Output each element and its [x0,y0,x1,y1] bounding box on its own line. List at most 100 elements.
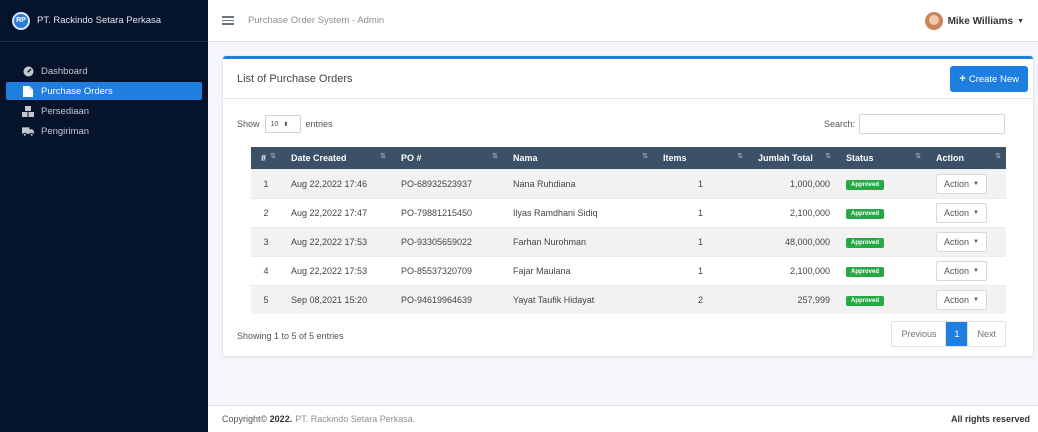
supplier-name: Nana Ruhdiana [503,168,653,198]
truck-icon [22,126,34,137]
user-name: Mike Williams [947,15,1014,27]
user-menu[interactable]: Mike Williams ▼ [924,12,1024,30]
action-dropdown-button[interactable]: Action ▼ [936,289,987,310]
sort-icon: ⇅ [380,153,386,160]
copyright: Copyright© 2022. PT. Rackindo Setara Perk… [222,414,416,424]
supplier-name: Farhan Nurohman [503,226,653,256]
create-new-button[interactable]: + Create New [950,66,1028,92]
dashboard-icon [22,66,34,77]
total-amount: 2,100,000 [748,255,836,285]
action-dropdown-button[interactable]: Action ▼ [936,231,987,252]
brand-name: PT. Rackindo Setara Perkasa [37,15,162,26]
items-count: 1 [653,255,748,285]
status-badge: Approved [846,266,885,277]
chevron-down-icon: ▼ [973,296,979,303]
status-badge: Approved [846,208,885,219]
table-row: 3 Aug 22,2022 17:53 PO-93305659022 Farha… [251,226,1006,256]
search-label: Search: [823,119,855,129]
chevron-down-icon: ▼ [973,180,979,187]
purchase-orders-card: List of Purchase Orders + Create New Sho… [223,56,1033,356]
po-number: PO-94619964639 [391,284,503,314]
entries-label: entries [305,119,333,129]
action-dropdown-button[interactable]: Action ▼ [936,260,987,281]
chevron-down-icon: ▼ [973,209,979,216]
table-row: 5 Sep 08,2021 15:20 PO-94619964639 Yayat… [251,284,1006,314]
column-header[interactable]: Items ⇅ [653,147,748,169]
items-count: 1 [653,168,748,198]
sort-icon: ⇅ [737,153,743,160]
app-title: Purchase Order System - Admin [248,15,385,26]
items-count: 1 [653,226,748,256]
total-amount: 2,100,000 [748,197,836,227]
topbar: Purchase Order System - Admin Mike Willi… [208,0,1038,42]
search-group: Search: [824,114,1005,134]
menu-toggle-icon[interactable] [222,16,234,25]
total-amount: 1,000,000 [748,168,836,198]
sidebar-item-label: Dashboard [41,65,88,77]
sort-icon: ⇅ [825,153,831,160]
table-info: Showing 1 to 5 of 5 entries [237,331,344,341]
sidebar-item-persediaan[interactable]: Persediaan [6,102,202,120]
show-label: Show [237,119,260,129]
total-amount: 48,000,000 [748,226,836,256]
brand[interactable]: RP PT. Rackindo Setara Perkasa [0,0,208,42]
column-header[interactable]: Action ⇅ [926,147,1006,169]
status-badge: Approved [846,179,885,190]
boxes-icon [22,105,34,117]
page-size-value: 10 [270,120,279,128]
table-row: 1 Aug 22,2022 17:46 PO-68932523937 Nana … [251,168,1006,198]
sidebar: RP PT. Rackindo Setara Perkasa Dashboard… [0,0,208,432]
action-dropdown-button[interactable]: Action ▼ [936,202,987,223]
sort-icon: ⇅ [995,153,1001,160]
sort-icon: ⇅ [915,153,921,160]
rights-text: All rights reserved [950,414,1030,424]
column-header[interactable]: Jumlah Total ⇅ [748,147,836,169]
table-row: 4 Aug 22,2022 17:53 PO-85537320709 Fajar… [251,255,1006,285]
status-badge: Approved [846,237,885,248]
create-new-label: Create New [968,73,1019,85]
plus-icon: + [959,73,966,85]
chevron-down-icon: ▼ [1017,17,1024,25]
company-link[interactable]: PT. Rackindo Setara Perkasa. [295,414,415,424]
chevron-down-icon: ▼ [973,267,979,274]
sidebar-item-pengiriman[interactable]: Pengiriman [6,122,202,140]
pagination: Previous 1 Next [891,321,1006,347]
date-created: Aug 22,2022 17:47 [281,197,391,227]
po-number: PO-68932523937 [391,168,503,198]
supplier-name: Fajar Maulana [503,255,653,285]
row-number: 1 [251,168,281,198]
items-count: 1 [653,197,748,227]
page-footer: Copyright© 2022. PT. Rackindo Setara Perk… [208,405,1038,432]
supplier-name: Yayat Taufik Hidayat [503,284,653,314]
sidebar-item-purchase-orders[interactable]: Purchase Orders [6,82,202,100]
sidebar-nav: Dashboard Purchase Orders Persediaan Pen… [0,42,208,140]
document-icon [22,85,34,97]
action-dropdown-button[interactable]: Action ▼ [936,173,987,194]
po-number: PO-79881215450 [391,197,503,227]
table-header-row: # ⇅ Date Created ⇅ PO # ⇅ Nama ⇅ Items ⇅ Juml… [251,147,1006,169]
column-header[interactable]: Date Created ⇅ [281,147,391,169]
date-created: Aug 22,2022 17:53 [281,255,391,285]
row-number: 3 [251,226,281,256]
table-controls: Show 10 ⬍ entries Search: [237,114,1005,134]
sort-icon: ⇅ [492,153,498,160]
column-header[interactable]: Nama ⇅ [503,147,653,169]
sidebar-item-label: Persediaan [41,105,90,117]
column-header[interactable]: # ⇅ [251,147,281,169]
column-header[interactable]: PO # ⇅ [391,147,503,169]
sidebar-item-dashboard[interactable]: Dashboard [6,62,202,80]
sort-icon: ⇅ [270,153,276,160]
sidebar-item-label: Purchase Orders [41,85,113,97]
row-number: 4 [251,255,281,285]
page-size-select[interactable]: 10 ⬍ [264,115,301,133]
chevron-down-icon: ▼ [973,238,979,245]
po-number: PO-85537320709 [391,255,503,285]
avatar [924,12,943,30]
page-1-button[interactable]: 1 [946,322,968,346]
status-badge: Approved [846,295,885,306]
next-page-button[interactable]: Next [967,322,1005,346]
search-input[interactable] [859,114,1005,134]
card-title: List of Purchase Orders [237,72,353,85]
previous-page-button[interactable]: Previous [892,322,947,346]
column-header[interactable]: Status ⇅ [836,147,926,169]
